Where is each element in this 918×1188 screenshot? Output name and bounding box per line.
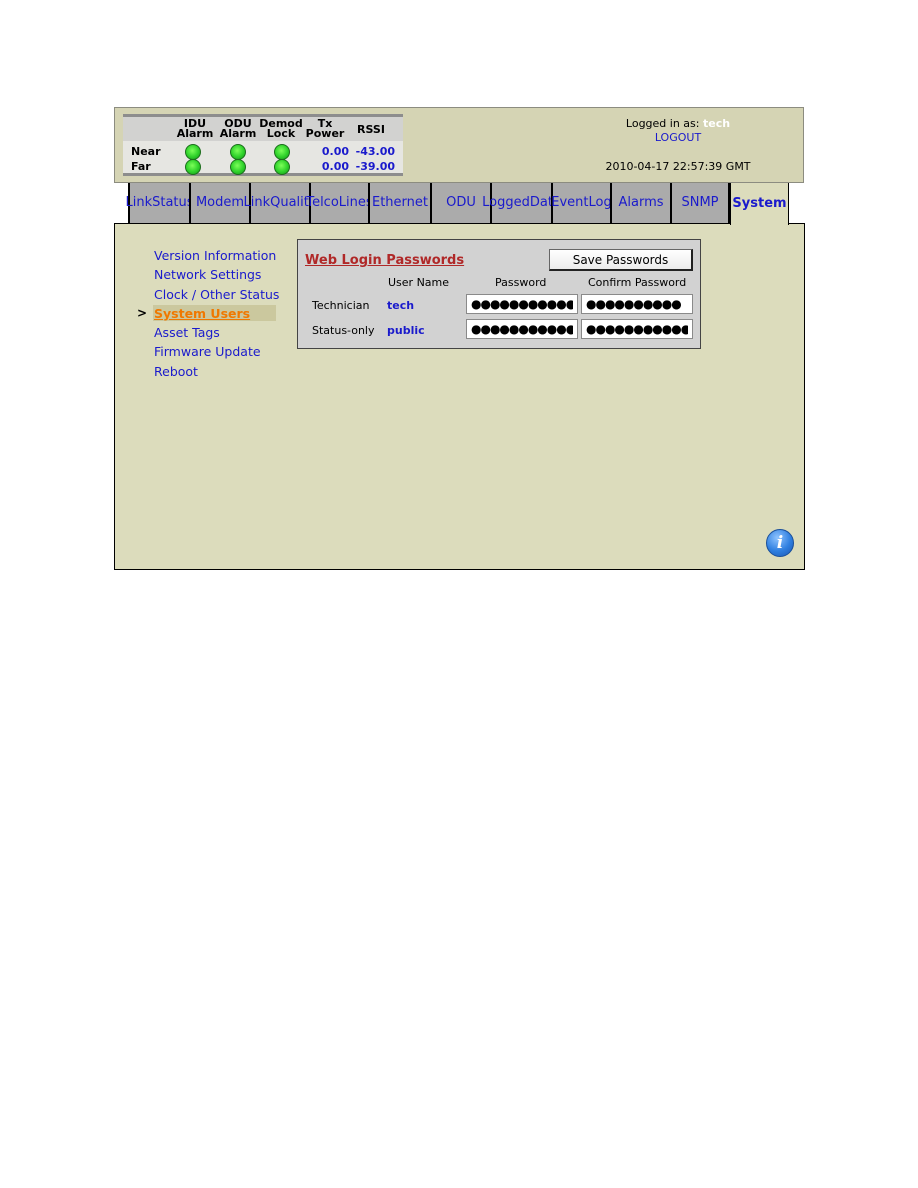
info-icon[interactable]: i (766, 529, 794, 557)
web-login-passwords-panel: Web Login Passwords Save Passwords User … (297, 239, 701, 349)
tab-link-status[interactable]: Link Status (125, 183, 194, 223)
save-passwords-button[interactable]: Save Passwords (549, 249, 693, 271)
panel-title: Web Login Passwords (305, 253, 465, 268)
sidebar-item-label: Network Settings (154, 267, 262, 283)
content-area: Version Information Network Settings Clo… (114, 223, 805, 570)
far-rssi: -39.00 (355, 160, 395, 173)
col-idu-alarm: IDU Alarm (175, 118, 215, 140)
tab-modem[interactable]: Modem (189, 183, 249, 223)
near-demod-lock-led-icon (274, 144, 290, 160)
status-only-password-input[interactable] (466, 319, 578, 339)
far-tx-power: 0.00 (321, 160, 349, 173)
datetime: 2010-04-17 22:57:39 GMT (605, 160, 751, 173)
tab-ethernet[interactable]: Ethernet (368, 183, 430, 223)
tab-system[interactable]: System (730, 183, 789, 225)
tab-label-line: Log (588, 195, 612, 210)
sidebar-item-label: Clock / Other Status (154, 286, 280, 302)
tab-alarms[interactable]: Alarms (610, 183, 670, 223)
col-rssi: RSSI (351, 123, 391, 136)
row-label-far: Far (131, 160, 151, 173)
link-status-table: IDU Alarm ODU Alarm Demod Lock Tx Power RSSI… (123, 114, 403, 176)
sidebar-item-label: System Users (154, 305, 251, 321)
tab-label-line: Logged (482, 195, 530, 210)
main-tabs: Link Status Modem Link Quality Telco Lines … (125, 183, 808, 225)
current-item-arrow-icon: > (137, 305, 148, 320)
technician-password-input[interactable] (466, 294, 578, 314)
col-header-confirm-password: Confirm Password (588, 276, 687, 289)
sidebar-item-asset-tags[interactable]: Asset Tags (135, 323, 285, 342)
near-tx-power: 0.00 (321, 145, 349, 158)
sidebar-item-label: Firmware Update (154, 344, 261, 360)
sidebar-item-clock-other-status[interactable]: Clock / Other Status (135, 285, 285, 304)
sidebar-item-label: Version Information (154, 248, 277, 263)
role-technician: Technician (312, 299, 370, 312)
tab-odu[interactable]: ODU (430, 183, 490, 223)
sidebar-item-system-users[interactable]: > System Users (135, 304, 285, 323)
sidebar-item-label: Reboot (154, 363, 198, 379)
sidebar-item-reboot[interactable]: Reboot (135, 362, 285, 381)
col-label: Alarm (219, 127, 257, 140)
logged-in-label: Logged in as: (625, 117, 700, 130)
col-label: RSSI (357, 123, 385, 136)
sidebar-item-firmware-update[interactable]: Firmware Update (135, 342, 285, 361)
user-public: public (387, 324, 425, 337)
col-header-user-name: User Name (388, 276, 450, 289)
tab-link-quality[interactable]: Link Quality (243, 183, 317, 223)
tab-snmp[interactable]: SNMP (670, 183, 730, 223)
logout-link[interactable]: LOGOUT (553, 131, 803, 144)
col-odu-alarm: ODU Alarm (218, 118, 258, 140)
login-info: Logged in as: tech LOGOUT (553, 117, 803, 144)
header-panel: IDU Alarm ODU Alarm Demod Lock Tx Power RSSI… (114, 107, 804, 183)
row-label-near: Near (131, 145, 161, 158)
sidebar-item-label: Asset Tags (154, 325, 220, 341)
system-sidebar: Version Information Network Settings Clo… (135, 246, 285, 381)
sidebar-item-network-settings[interactable]: Network Settings (135, 265, 285, 284)
col-label: Lock (266, 127, 296, 140)
near-rssi: -43.00 (355, 145, 395, 158)
tab-logged-data[interactable]: Logged Data (482, 183, 561, 223)
col-demod-lock: Demod Lock (259, 118, 303, 140)
near-odu-alarm-led-icon (230, 144, 246, 160)
technician-confirm-password-input[interactable] (581, 294, 693, 314)
role-status-only: Status-only (312, 324, 375, 337)
near-idu-alarm-led-icon (185, 144, 201, 160)
col-label: Alarm (176, 127, 214, 140)
far-idu-alarm-led-icon (185, 159, 201, 175)
sidebar-item-version-information[interactable]: Version Information (135, 246, 285, 265)
tab-telco-lines[interactable]: Telco Lines (306, 183, 373, 223)
far-odu-alarm-led-icon (230, 159, 246, 175)
far-demod-lock-led-icon (274, 159, 290, 175)
tab-label-line: Event (551, 195, 589, 210)
tab-label-line: Status (152, 195, 194, 210)
logged-in-user: tech (703, 117, 731, 130)
user-tech: tech (387, 299, 415, 312)
tab-event-log[interactable]: Event Log (551, 183, 612, 223)
col-label: Power (305, 127, 345, 140)
col-tx-power: Tx Power (305, 118, 345, 140)
status-only-confirm-password-input[interactable] (581, 319, 693, 339)
col-header-password: Password (495, 276, 547, 289)
tab-label-line: Telco (306, 195, 339, 210)
tab-label-line: Link (125, 195, 153, 210)
tab-label-line: Link (243, 195, 271, 210)
